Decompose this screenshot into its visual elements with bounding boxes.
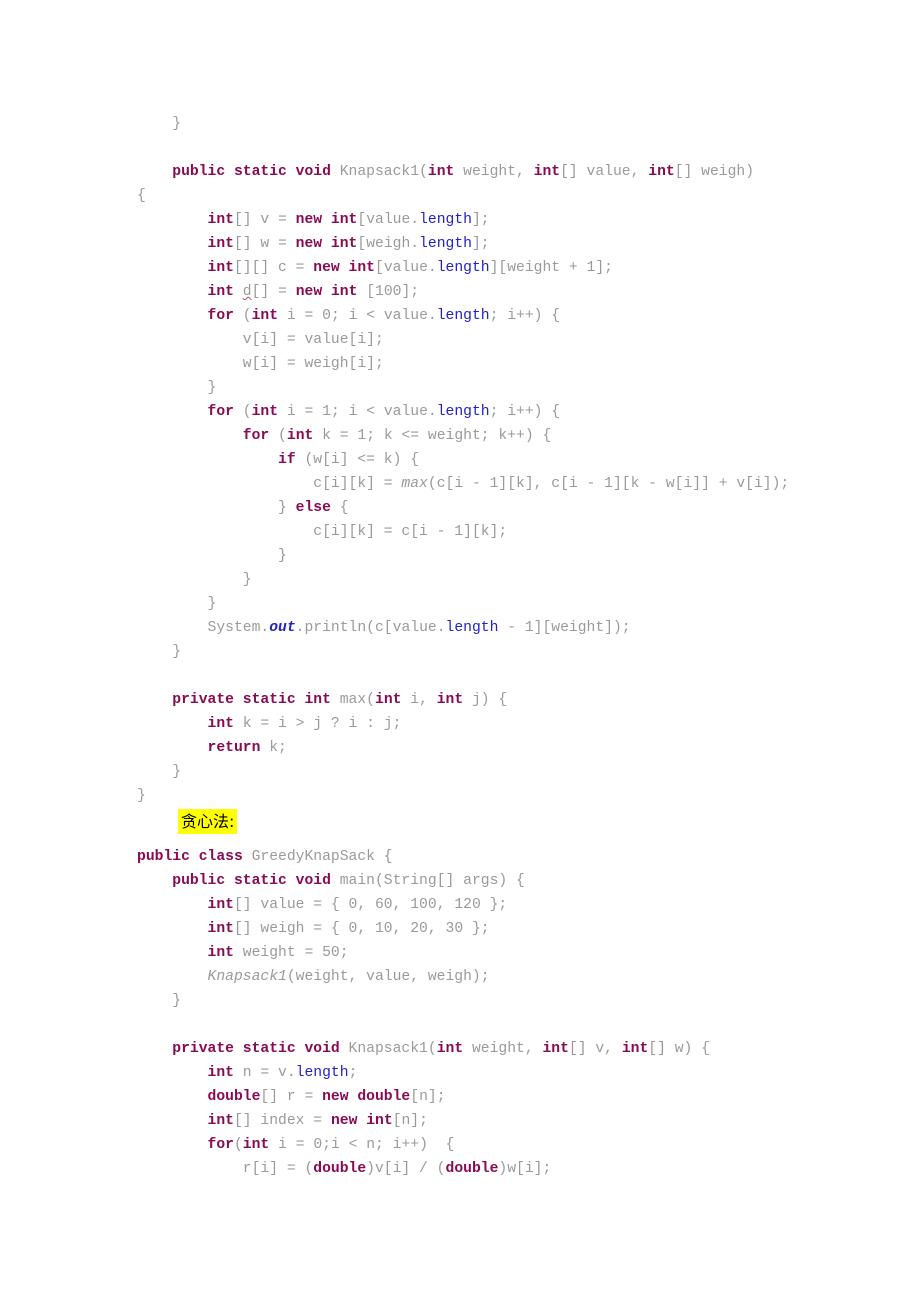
code-line: } — [137, 380, 217, 396]
code-line: } — [137, 644, 182, 660]
code-listing-greedy: public class GreedyKnapSack { public sta… — [137, 845, 897, 1181]
code-line: c[i][k] = max(c[i - 1][k], c[i - 1][k - … — [137, 476, 790, 492]
code-line: int[] value = { 0, 60, 100, 120 }; — [207, 897, 508, 913]
document-page: } public static void Knapsack1(int weigh… — [0, 0, 920, 1302]
code-listing-dynamic-programming: } public static void Knapsack1(int weigh… — [137, 112, 897, 808]
code-line: } — [137, 788, 146, 804]
code-line: int d[] = new int [100]; — [207, 284, 420, 300]
code-line: int[][] c = new int[value.length][weight… — [207, 260, 613, 276]
code-line: } — [137, 764, 182, 780]
code-line: if (w[i] <= k) { — [278, 452, 420, 468]
code-line: int[] v = new int[value.length]; — [207, 212, 490, 228]
code-line: private static int max(int i, int j) { — [172, 692, 508, 708]
code-line: int n = v.length; — [207, 1065, 358, 1081]
code-line: System.out.println(c[value.length - 1][w… — [137, 620, 631, 636]
code-line: double[] r = new double[n]; — [207, 1089, 446, 1105]
code-line: for (int i = 0; i < value.length; i++) { — [207, 308, 561, 324]
code-line: private static void Knapsack1(int weight… — [172, 1041, 710, 1057]
code-line: for (int i = 1; i < value.length; i++) { — [207, 404, 561, 420]
code-line: public static void main(String[] args) { — [172, 873, 525, 889]
code-line: } — [137, 548, 287, 564]
section-heading-greedy: 贪心法: — [178, 809, 238, 834]
code-line: } — [137, 572, 252, 588]
code-line: w[i] = weigh[i]; — [137, 356, 384, 372]
code-line: int k = i > j ? i : j; — [207, 716, 402, 732]
code-line: return k; — [207, 740, 287, 756]
code-line: } else { — [137, 500, 349, 516]
code-line: { — [137, 188, 146, 204]
code-line: int[] index = new int[n]; — [207, 1113, 428, 1129]
code-line: } — [137, 596, 217, 612]
code-line: c[i][k] = c[i - 1][k]; — [137, 524, 508, 540]
code-line: Knapsack1(weight, value, weigh); — [207, 969, 490, 985]
code-line: } — [137, 116, 182, 132]
code-line: int weight = 50; — [207, 945, 349, 961]
code-line: v[i] = value[i]; — [137, 332, 384, 348]
code-line: r[i] = (double)v[i] / (double)w[i]; — [137, 1161, 552, 1177]
code-line: for (int k = 1; k <= weight; k++) { — [242, 428, 552, 444]
code-line: public static void Knapsack1(int weight,… — [172, 164, 755, 180]
code-line: } — [137, 993, 182, 1009]
code-line: for(int i = 0;i < n; i++) { — [207, 1137, 455, 1153]
code-line: int[] weigh = { 0, 10, 20, 30 }; — [207, 921, 490, 937]
code-line: int[] w = new int[weigh.length]; — [207, 236, 490, 252]
code-line: public class GreedyKnapSack { — [137, 849, 393, 865]
